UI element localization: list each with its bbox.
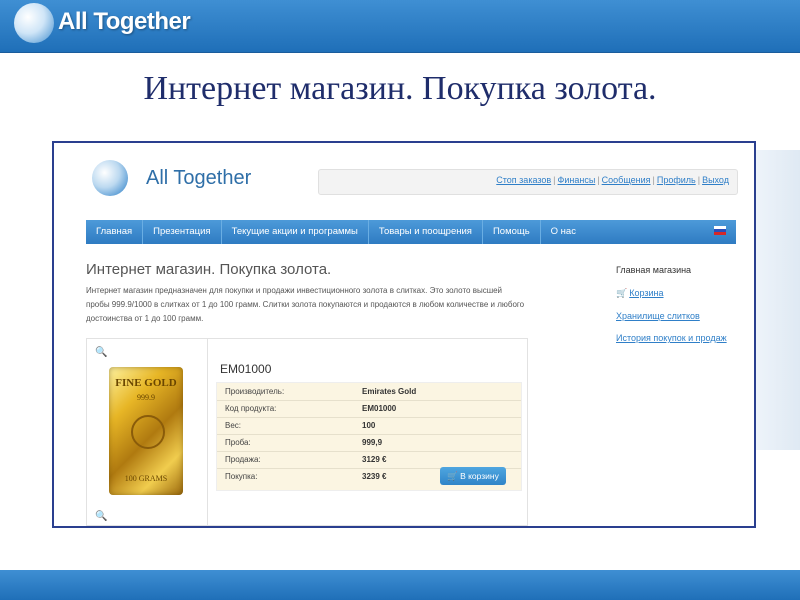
nav-item-help[interactable]: Помощь <box>483 220 541 244</box>
sidebar-item-vault[interactable]: Хранилище слитков <box>616 311 754 321</box>
product-image-column: 🔍 FINE GOLD 999.9 100 GRAMS 🔍 <box>87 339 208 525</box>
website-screenshot-frame: All Together Стоп заказов | Финансы | Сообще… <box>52 141 756 528</box>
spec-row: Проба: 999,9 <box>217 434 521 452</box>
cart-icon: 🛒 <box>616 288 628 298</box>
globe-logo-icon <box>14 3 54 43</box>
product-code: EM01000 <box>220 362 272 376</box>
sidebar-item-history[interactable]: История покупок и продаж <box>616 333 754 343</box>
site-globe-logo-icon[interactable] <box>92 160 128 196</box>
nav-item-about[interactable]: О нас <box>541 220 586 244</box>
slide-brand: All Together <box>58 8 191 35</box>
spec-row: Код продукта: EM01000 <box>217 400 521 418</box>
slide-title: Интернет магазин. Покупка золота. <box>143 70 657 107</box>
main-nav: Главная Презентация Текущие акции и прог… <box>86 220 736 244</box>
sidebar-item-cart[interactable]: 🛒 Корзина <box>616 288 754 299</box>
slide-header-bar: All Together <box>0 0 800 53</box>
spec-row: Вес: 100 <box>217 417 521 435</box>
slide-footer-bar <box>0 570 800 600</box>
nav-item-products[interactable]: Товары и поощрения <box>369 220 483 244</box>
user-nav-finance[interactable]: Финансы <box>558 175 596 185</box>
cart-icon: 🛒 <box>447 471 461 481</box>
nav-item-promotions[interactable]: Текущие акции и программы <box>222 220 369 244</box>
user-nav-stop-orders[interactable]: Стоп заказов <box>496 175 551 185</box>
website: All Together Стоп заказов | Финансы | Сообще… <box>54 143 754 526</box>
user-panel: Стоп заказов | Финансы | Сообщения | Профиль | В… <box>318 169 738 195</box>
site-brand[interactable]: All Together <box>146 167 251 190</box>
user-nav-messages[interactable]: Сообщения <box>602 175 651 185</box>
sidebar-heading: Главная магазина <box>616 265 692 275</box>
russian-flag-icon[interactable] <box>714 226 726 235</box>
add-to-cart-button[interactable]: 🛒 В корзину <box>440 467 506 485</box>
page-description: Интернет магазин предназначен для покупк… <box>86 286 525 323</box>
user-nav-profile[interactable]: Профиль <box>657 175 696 185</box>
nav-item-presentation[interactable]: Презентация <box>143 220 222 244</box>
product-info: EM01000 Производитель: Emirates Gold Код… <box>208 339 527 525</box>
user-nav: Стоп заказов | Финансы | Сообщения | Профиль | В… <box>496 175 729 185</box>
nav-item-home[interactable]: Главная <box>86 220 144 244</box>
seal-icon <box>131 415 165 449</box>
gold-bar-image[interactable]: FINE GOLD 999.9 100 GRAMS <box>109 367 183 495</box>
shop-sidebar: Главная магазина 🛒 Корзина Хранилище слит… <box>616 265 754 355</box>
user-nav-logout[interactable]: Выход <box>702 175 729 185</box>
spec-row: Производитель: Emirates Gold <box>217 383 521 401</box>
decorative-side-graphic <box>754 150 800 450</box>
magnifier-icon[interactable]: 🔍 <box>95 511 107 522</box>
magnifier-icon[interactable]: 🔍 <box>95 347 107 358</box>
product-card: 🔍 FINE GOLD 999.9 100 GRAMS 🔍 EM01000 Пр… <box>86 338 528 526</box>
page-title: Интернет магазин. Покупка золота. <box>86 261 332 278</box>
sidebar-item-label: Корзина <box>629 288 664 298</box>
